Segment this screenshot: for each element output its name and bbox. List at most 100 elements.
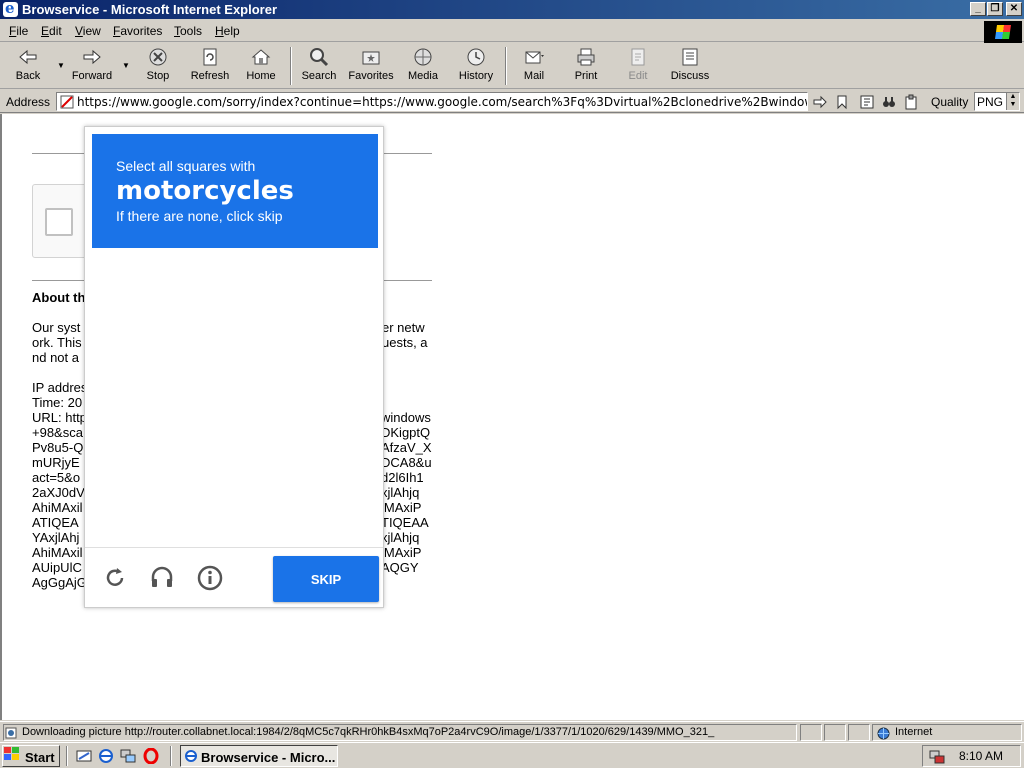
- windows-logo-icon: [4, 747, 19, 760]
- ie-logo-icon: [3, 0, 18, 17]
- tile-4[interactable]: [308, 255, 378, 325]
- task-ie-icon: [185, 750, 197, 762]
- menu-bar: File Edit View Favorites Tools Help: [0, 20, 1024, 42]
- tile-6[interactable]: [164, 327, 234, 397]
- forward-dropdown-icon[interactable]: ▼: [122, 61, 130, 70]
- binoculars-icon[interactable]: [881, 94, 897, 110]
- recaptcha-checkbox[interactable]: [45, 208, 73, 236]
- about-paragraph: Our syst ork. This nd not a: [32, 320, 82, 365]
- home-button[interactable]: Home: [243, 46, 279, 86]
- quality-label: Quality: [931, 95, 969, 109]
- find-icon[interactable]: [859, 94, 875, 110]
- recaptcha-anchor-box: [32, 184, 92, 258]
- clock[interactable]: 8:10 AM: [959, 749, 1003, 763]
- status-text: Downloading picture http://router.collab…: [3, 724, 797, 741]
- quality-select[interactable]: PNG ▲ ▼: [974, 92, 1020, 111]
- challenge-footer: SKIP: [85, 547, 383, 608]
- history-button[interactable]: History: [456, 46, 496, 86]
- home-icon: [251, 49, 271, 65]
- request-details: IP addres Time: 20 URL: http +98&sca Pv8…: [32, 380, 88, 590]
- tile-7[interactable]: [236, 327, 306, 397]
- quality-spinner-icon[interactable]: ▲ ▼: [1006, 93, 1019, 110]
- window-title: Browservice - Microsoft Internet Explore…: [22, 2, 278, 17]
- favorites-folder-icon: [362, 51, 380, 65]
- back-dropdown-icon[interactable]: ▼: [57, 61, 65, 70]
- tile-5[interactable]: [92, 327, 162, 397]
- tile-15[interactable]: [236, 471, 306, 541]
- mail-icon: [525, 51, 544, 64]
- tile-10[interactable]: [164, 399, 234, 469]
- menu-edit[interactable]: Edit: [41, 24, 62, 38]
- status-bar: Downloading picture http://router.collab…: [0, 721, 1024, 741]
- back-arrow-icon: [19, 49, 37, 65]
- taskbar-item-browservice[interactable]: Browservice - Micro...: [180, 745, 338, 767]
- tile-12[interactable]: [308, 399, 378, 469]
- about-heading: About th: [32, 290, 86, 305]
- stop-button[interactable]: Stop: [140, 46, 176, 86]
- printer-icon: [577, 48, 595, 66]
- back-button[interactable]: Back: [10, 46, 46, 86]
- recaptcha-challenge: Select all squares with motorcycles If t…: [84, 126, 384, 608]
- info-icon[interactable]: [196, 564, 224, 592]
- favorites-button[interactable]: Favorites: [347, 46, 395, 86]
- tile-1[interactable]: [92, 255, 162, 325]
- media-button[interactable]: Media: [405, 46, 441, 86]
- skip-button[interactable]: SKIP: [273, 556, 379, 602]
- toolbar-separator: [505, 47, 507, 85]
- tile-9[interactable]: [92, 399, 162, 469]
- opera-icon[interactable]: [143, 748, 159, 764]
- challenge-target: motorcycles: [116, 176, 294, 206]
- menu-favorites[interactable]: Favorites: [113, 24, 162, 38]
- menu-file[interactable]: File: [9, 24, 28, 38]
- mail-button[interactable]: Mail: [516, 46, 552, 86]
- tile-11[interactable]: [236, 399, 306, 469]
- audio-icon[interactable]: [148, 564, 176, 592]
- history-icon: [467, 48, 485, 66]
- challenge-header: Select all squares with motorcycles If t…: [92, 134, 378, 248]
- reload-icon[interactable]: [101, 564, 129, 592]
- go-arrow-icon[interactable]: [812, 94, 828, 110]
- tray-network-icon[interactable]: [929, 749, 945, 765]
- request-details-right: windows DKigptQ AfzaV_X DCA8&u d2l6Ih1 x…: [381, 410, 432, 575]
- restore-button[interactable]: ❐: [987, 2, 1003, 16]
- tile-8[interactable]: [308, 327, 378, 397]
- title-bar: Browservice - Microsoft Internet Explore…: [0, 0, 1024, 19]
- tile-14[interactable]: [164, 471, 234, 541]
- media-globe-icon: [414, 48, 432, 66]
- menu-view[interactable]: View: [75, 24, 101, 38]
- tile-3[interactable]: [236, 255, 306, 325]
- about-paragraph-right: er netw uests, a: [382, 320, 428, 350]
- tile-13[interactable]: [92, 471, 162, 541]
- tile-16[interactable]: [308, 471, 378, 541]
- address-input[interactable]: https://www.google.com/sorry/index?conti…: [56, 92, 808, 111]
- bookmark-icon[interactable]: [834, 94, 850, 110]
- internet-explorer-icon[interactable]: [98, 748, 114, 764]
- internet-globe-icon: [877, 727, 890, 740]
- refresh-button[interactable]: Refresh: [188, 46, 232, 86]
- menu-tools[interactable]: Tools: [174, 24, 202, 38]
- menu-help[interactable]: Help: [215, 24, 240, 38]
- edit-button: Edit: [620, 46, 656, 86]
- discuss-button[interactable]: Discuss: [670, 46, 710, 86]
- show-desktop-icon[interactable]: [76, 748, 92, 764]
- status-cell: [824, 724, 846, 741]
- tile-grid: [92, 255, 378, 541]
- page-content: About th Our syst ork. This nd not a er …: [0, 114, 1024, 720]
- windows-logo-throbber: [984, 21, 1022, 43]
- network-icon[interactable]: [120, 748, 136, 764]
- image-grid: [92, 255, 378, 541]
- address-label: Address: [6, 95, 51, 109]
- tile-2[interactable]: [164, 255, 234, 325]
- minimize-button[interactable]: _: [970, 2, 986, 16]
- search-button[interactable]: Search: [300, 46, 338, 86]
- discuss-icon: [682, 48, 698, 66]
- forward-button[interactable]: Forward: [70, 46, 114, 86]
- print-button[interactable]: Print: [568, 46, 604, 86]
- taskbar: Start Browservice - Micro... 8:10 AM: [0, 742, 1024, 768]
- toolbar-separator: [290, 47, 292, 85]
- page-security-icon: [60, 95, 74, 109]
- challenge-instruction: Select all squares with: [116, 158, 256, 174]
- edit-document-icon: [631, 48, 645, 66]
- clipboard-icon[interactable]: [903, 94, 919, 110]
- close-button[interactable]: ✕: [1006, 2, 1022, 16]
